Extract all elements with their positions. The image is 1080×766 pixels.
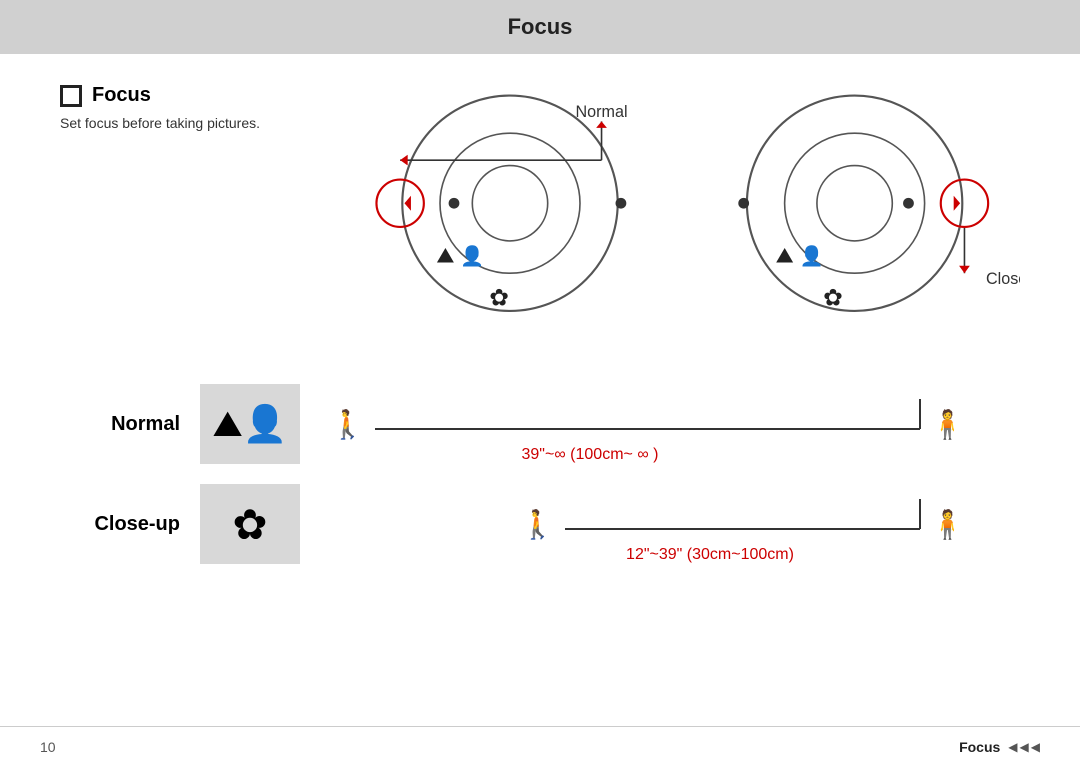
focus-icon-row: Focus bbox=[60, 84, 280, 107]
svg-text:Normal: Normal bbox=[576, 103, 628, 121]
focus-section-title: Focus bbox=[92, 84, 151, 107]
normal-mode-row: Normal ⛰👤 🚶 39"~∞ (100cm~ ∞ ) 🧍 bbox=[60, 384, 1020, 464]
normal-label: Normal bbox=[60, 413, 180, 436]
header-title: Focus bbox=[508, 14, 573, 39]
bottom-section: Normal ⛰👤 🚶 39"~∞ (100cm~ ∞ ) 🧍 bbox=[60, 384, 1020, 564]
footer-section-label: Focus bbox=[959, 739, 1000, 755]
normal-icon: ⛰👤 bbox=[212, 403, 287, 446]
closeup-icon: ✿ bbox=[232, 500, 267, 549]
footer-right: Focus ◀ ◀ ◀ bbox=[959, 739, 1040, 755]
focus-square-icon bbox=[60, 85, 82, 107]
svg-text:⛰: ⛰ bbox=[436, 243, 454, 267]
svg-text:Close-up: Close-up bbox=[986, 270, 1020, 288]
svg-text:🧍: 🧍 bbox=[930, 508, 965, 541]
svg-text:39"~∞ (100cm~ ∞ ): 39"~∞ (100cm~ ∞ ) bbox=[522, 446, 659, 463]
svg-text:🚶: 🚶 bbox=[520, 508, 555, 541]
cameras-diagram-area: ⛰ 👤 ✿ Normal bbox=[280, 74, 1020, 354]
cameras-svg: ⛰ 👤 ✿ Normal bbox=[280, 74, 1020, 354]
closeup-range-svg: 🚶 12"~39" (30cm~100cm) 🧍 bbox=[320, 484, 1020, 574]
closeup-mode-row: Close-up ✿ 🚶 12"~39" (30cm~100cm) 🧍 bbox=[60, 484, 1020, 564]
closeup-label: Close-up bbox=[60, 513, 180, 536]
svg-text:👤: 👤 bbox=[799, 244, 823, 267]
focus-info: Focus Set focus before taking pictures. bbox=[60, 74, 280, 131]
normal-icon-box: ⛰👤 bbox=[200, 384, 300, 464]
arrow-left-icon: ◀ bbox=[1020, 740, 1029, 754]
svg-text:⛰: ⛰ bbox=[776, 243, 794, 267]
page-number: 10 bbox=[40, 739, 56, 755]
footer-arrows: ◀ ◀ ◀ bbox=[1008, 740, 1040, 754]
arrow-left-filled-icon: ◀ bbox=[1008, 740, 1017, 754]
arrow-left2-icon: ◀ bbox=[1031, 740, 1040, 754]
page-header: Focus bbox=[0, 0, 1080, 54]
svg-text:🧍: 🧍 bbox=[930, 408, 965, 441]
page-footer: 10 Focus ◀ ◀ ◀ bbox=[0, 726, 1080, 766]
normal-range-diagram: 🚶 39"~∞ (100cm~ ∞ ) 🧍 bbox=[320, 384, 1020, 464]
main-content: Focus Set focus before taking pictures. bbox=[0, 54, 1080, 584]
top-section: Focus Set focus before taking pictures. bbox=[60, 74, 1020, 354]
svg-text:🚶: 🚶 bbox=[330, 408, 365, 441]
focus-description: Set focus before taking pictures. bbox=[60, 115, 280, 131]
closeup-icon-box: ✿ bbox=[200, 484, 300, 564]
svg-text:✿: ✿ bbox=[823, 286, 843, 312]
closeup-range-diagram: 🚶 12"~39" (30cm~100cm) 🧍 bbox=[320, 484, 1020, 564]
svg-text:12"~39" (30cm~100cm): 12"~39" (30cm~100cm) bbox=[626, 546, 794, 563]
normal-range-svg: 🚶 39"~∞ (100cm~ ∞ ) 🧍 bbox=[320, 384, 1020, 474]
svg-text:👤: 👤 bbox=[460, 244, 484, 267]
svg-text:✿: ✿ bbox=[489, 286, 509, 312]
